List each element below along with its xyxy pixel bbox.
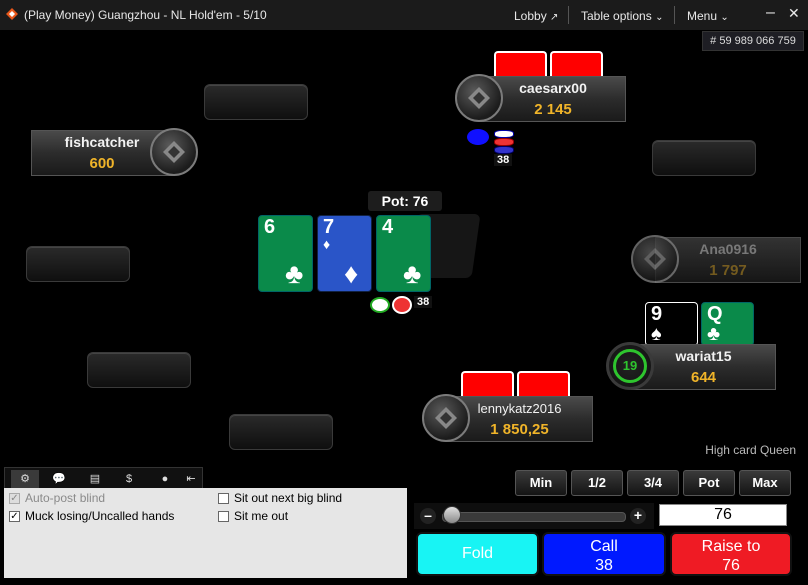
bet-three-quarter-pot-button[interactable]: 3/4 [627, 470, 679, 496]
spade-logo-icon [435, 407, 457, 429]
player-avatar [422, 394, 470, 442]
slider-thumb[interactable] [443, 506, 461, 524]
dealer-button-icon [467, 129, 489, 145]
card-suit-diamond-icon: ♦ [344, 258, 359, 289]
close-button[interactable]: ✕ [788, 5, 800, 22]
table-options-button[interactable]: Table options ⌄ [581, 9, 663, 23]
opponent-card-back [461, 371, 514, 399]
call-amount: 38 [595, 557, 613, 574]
bet-min-button[interactable]: Min [515, 470, 567, 496]
card-suit-club-icon: ♣ [707, 323, 721, 345]
bet-max-button[interactable]: Max [739, 470, 791, 496]
player-avatar [631, 235, 679, 283]
call-button[interactable]: Call 38 [542, 532, 666, 576]
raise-amount: 76 [722, 557, 740, 574]
board-card: 6 ♣ [258, 215, 313, 292]
empty-seat[interactable] [229, 414, 333, 450]
player-stack: 2 145 [534, 101, 572, 118]
chevron-down-icon: ⌄ [720, 12, 729, 23]
muck-losing-option[interactable]: ✓ Muck losing/Uncalled hands [9, 509, 174, 523]
player-avatar [150, 128, 198, 176]
menu-button[interactable]: Menu ⌄ [687, 9, 729, 23]
spade-logo-icon [163, 141, 185, 163]
lobby-label: Lobby [514, 9, 547, 23]
partypoker-logo-icon [6, 8, 18, 20]
title-bar: (Play Money) Guangzhou - NL Hold'em - 5/… [0, 0, 808, 30]
title-separator [674, 6, 675, 24]
option-label: Auto-post blind [25, 491, 106, 505]
card-rank: 4 [382, 216, 394, 238]
bet-pot-button[interactable]: Pot [683, 470, 735, 496]
option-label: Sit me out [234, 509, 289, 523]
board-card: 7 ♦ ♦ [317, 215, 372, 292]
lobby-button[interactable]: Lobby ↗ [514, 9, 558, 23]
card-suit-club-icon: ♣ [285, 258, 304, 289]
bet-amount-input[interactable] [659, 504, 787, 526]
chat-tab-icon[interactable]: 💬 [45, 470, 73, 488]
spade-logo-icon [468, 87, 490, 109]
raise-label: Raise to [701, 538, 761, 555]
option-label: Sit out next big blind [234, 491, 343, 505]
player-avatar: 19 [606, 342, 654, 390]
rewards-tab-icon[interactable]: ● [151, 470, 179, 488]
hero-card: 9 ♠ [645, 302, 698, 346]
fold-button[interactable]: Fold [416, 532, 539, 576]
settings-tab-gear-icon[interactable]: ⚙ [11, 470, 39, 488]
slider-track[interactable] [442, 512, 626, 522]
spade-logo-icon [644, 248, 666, 270]
collapse-panel-icon[interactable]: ⇤ [177, 470, 205, 488]
opponent-card-back [550, 51, 603, 79]
empty-seat[interactable] [652, 140, 756, 176]
player-stack: 644 [690, 369, 717, 386]
chevron-down-icon: ⌄ [655, 12, 664, 23]
checkbox-checked-disabled[interactable]: ✓ [9, 492, 20, 504]
minimize-button[interactable]: – [766, 4, 775, 22]
player-avatar [455, 74, 503, 122]
pot-label: Pot: 76 [368, 191, 442, 211]
external-link-icon: ↗ [550, 12, 559, 23]
card-rank: 6 [264, 216, 276, 238]
bet-slider[interactable]: – + [414, 503, 654, 529]
bet-half-pot-button[interactable]: 1/2 [571, 470, 623, 496]
card-suit-spade-icon: ♠ [651, 323, 662, 345]
board-card: 4 ♣ [376, 215, 431, 292]
option-label: Muck losing/Uncalled hands [25, 509, 175, 523]
card-suit-club-icon: ♣ [403, 258, 422, 289]
table-options-label: Table options [581, 9, 652, 23]
chip-stack-icon [494, 130, 514, 154]
sit-out-next-bb-option[interactable]: Sit out next big blind [218, 491, 342, 505]
panel-tabs: ⚙ 💬 ▤ $ ● ⇤ [4, 467, 203, 489]
title-separator [568, 6, 569, 24]
cashier-tab-icon[interactable]: $ [115, 470, 143, 488]
checkbox-checked[interactable]: ✓ [9, 510, 20, 522]
increase-bet-button[interactable]: + [630, 508, 646, 524]
opponent-card-back [517, 371, 570, 399]
raise-button[interactable]: Raise to 76 [670, 532, 792, 576]
menu-label: Menu [687, 9, 718, 23]
empty-seat[interactable] [204, 84, 308, 120]
pot-chip-icon [392, 296, 412, 314]
pot-chip-icon [370, 297, 390, 313]
hand-strength: High card Queen [705, 443, 796, 457]
hero-card: Q ♣ [701, 302, 754, 346]
sit-me-out-option[interactable]: Sit me out [218, 509, 288, 523]
call-label: Call [590, 538, 618, 555]
notes-tab-icon[interactable]: ▤ [81, 470, 109, 488]
window-title: (Play Money) Guangzhou - NL Hold'em - 5/… [24, 8, 267, 22]
decrease-bet-button[interactable]: – [420, 508, 436, 524]
checkbox-unchecked[interactable] [218, 492, 229, 504]
empty-seat[interactable] [87, 352, 191, 388]
auto-post-blind-option[interactable]: ✓ Auto-post blind [9, 491, 105, 505]
turn-timer: 19 [613, 349, 647, 383]
card-suit-diamond-icon: ♦ [323, 236, 331, 252]
player-bet-amount: 38 [494, 154, 513, 166]
hand-id: # 59 989 066 759 [702, 31, 804, 51]
pot-chip-amount: 38 [414, 296, 433, 308]
options-panel: ✓ Auto-post blind ✓ Muck losing/Uncalled… [4, 488, 407, 578]
checkbox-unchecked[interactable] [218, 510, 229, 522]
empty-seat[interactable] [26, 246, 130, 282]
opponent-card-back [494, 51, 547, 79]
fold-label: Fold [461, 545, 494, 562]
